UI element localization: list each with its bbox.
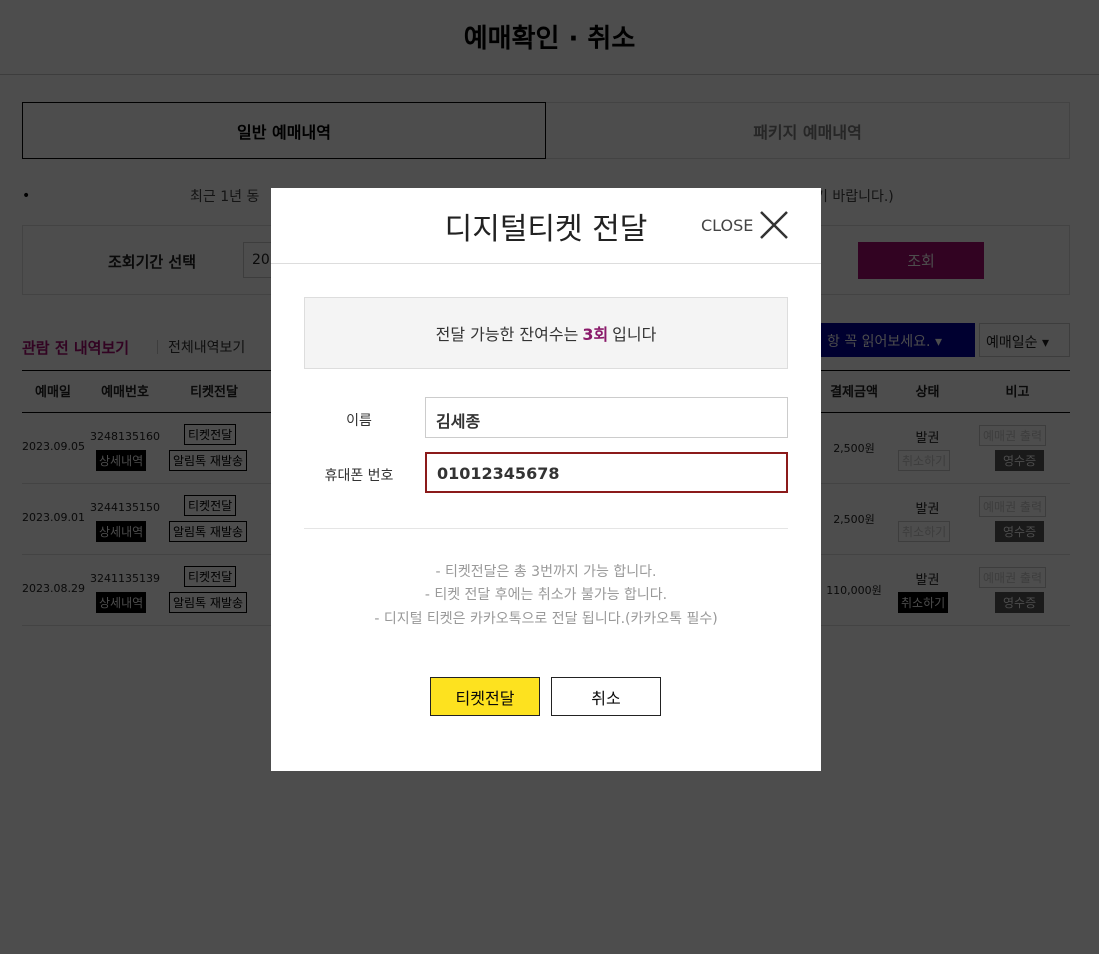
col-amount: 결제금액: [830, 385, 878, 400]
close-icon[interactable]: [759, 210, 789, 240]
sort-dropdown[interactable]: 예매일순 ▾: [979, 323, 1070, 357]
resend-alert-button[interactable]: 알림톡 재발송: [169, 450, 248, 471]
name-input[interactable]: 김세종: [425, 397, 788, 438]
row-status: 발권: [915, 502, 940, 517]
tab-package[interactable]: 패키지 예매내역: [546, 102, 1070, 159]
row-number: 3241135139: [90, 572, 160, 585]
cancel-reservation-button[interactable]: 취소하기: [898, 592, 949, 613]
row-date: 2023.09.01: [22, 511, 85, 524]
digital-ticket-modal: 디지털티켓 전달 CLOSE 전달 가능한 잔여수는 3회 입니다 이름 김세종 휴…: [271, 188, 821, 771]
detail-button[interactable]: 상세내역: [96, 450, 147, 471]
row-amount: 110,000원: [826, 584, 882, 597]
caret-down-icon: ▾: [1041, 335, 1050, 351]
receipt-button[interactable]: 영수증: [995, 450, 1045, 471]
bullet: •: [22, 188, 31, 204]
row-status: 발권: [915, 431, 940, 446]
sort-dropdown-label: 예매일순: [986, 335, 1038, 351]
row-amount: 2,500원: [833, 442, 875, 455]
period-label: 조회기간 선택: [108, 253, 197, 271]
close-button[interactable]: CLOSE: [701, 216, 753, 235]
ticket-transfer-button[interactable]: 티켓전달: [184, 566, 237, 587]
note-2: - 티켓 전달 후에는 취소가 불가능 합니다.: [424, 587, 668, 603]
phone-input[interactable]: 01012345678: [425, 452, 788, 493]
cancel-reservation-button[interactable]: 취소하기: [898, 450, 951, 471]
notice-text-end: 기 바랍니다.): [815, 189, 894, 205]
detail-button[interactable]: 상세내역: [96, 592, 147, 613]
col-number: 예매번호: [101, 385, 149, 400]
ticket-transfer-button[interactable]: 티켓전달: [184, 424, 237, 445]
detail-button[interactable]: 상세내역: [96, 521, 147, 542]
col-date: 예매일: [35, 385, 71, 400]
row-date: 2023.09.05: [22, 440, 85, 453]
remaining-count-box: 전달 가능한 잔여수는 3회 입니다: [304, 297, 788, 369]
notice-dropdown-label: 항 꼭 읽어보세요.: [827, 334, 931, 350]
resend-alert-button[interactable]: 알림톡 재발송: [169, 592, 248, 613]
row-number: 3244135150: [90, 501, 160, 514]
receipt-button[interactable]: 영수증: [995, 592, 1045, 613]
col-note: 비고: [1005, 385, 1030, 400]
resend-alert-button[interactable]: 알림톡 재발송: [169, 521, 248, 542]
caret-down-icon: ▾: [934, 334, 942, 350]
col-status: 상태: [915, 385, 940, 400]
all-view-link[interactable]: 전체내역보기: [168, 337, 245, 357]
info-suffix: 입니다: [612, 325, 657, 344]
row-date: 2023.08.29: [22, 582, 85, 595]
notice-dropdown[interactable]: 항 꼭 읽어보세요. ▾: [821, 323, 975, 357]
start-date-input[interactable]: 202: [243, 242, 271, 278]
cancel-button[interactable]: 취소: [551, 677, 661, 716]
query-button[interactable]: 조회: [858, 242, 984, 279]
divider: [0, 74, 1099, 75]
note-3: - 디지털 티켓은 카카오톡으로 전달 됩니다.(카카오톡 필수): [374, 611, 718, 627]
col-transfer: 티켓전달: [190, 385, 238, 400]
row-number: 3248135160: [90, 430, 160, 443]
phone-label: 휴대폰 번호: [324, 468, 394, 484]
page-title: 예매확인 · 취소: [463, 24, 636, 54]
row-amount: 2,500원: [833, 513, 875, 526]
name-label: 이름: [346, 413, 372, 429]
row-status: 발권: [915, 573, 940, 588]
receipt-button[interactable]: 영수증: [995, 521, 1045, 542]
divider: [304, 528, 788, 529]
cancel-reservation-button[interactable]: 취소하기: [898, 521, 951, 542]
ticket-transfer-button[interactable]: 티켓전달: [184, 495, 237, 516]
info-prefix: 전달 가능한 잔여수는: [435, 325, 579, 344]
send-ticket-button[interactable]: 티켓전달: [430, 677, 540, 716]
divider: [157, 340, 158, 354]
print-ticket-button[interactable]: 예매권 출력: [979, 496, 1047, 517]
tab-general[interactable]: 일반 예매내역: [22, 102, 546, 159]
divider: [271, 263, 821, 264]
print-ticket-button[interactable]: 예매권 출력: [979, 425, 1047, 446]
note-1: - 티켓전달은 총 3번까지 가능 합니다.: [435, 564, 657, 580]
notice-text: 최근 1년 동: [190, 189, 260, 205]
before-view-link[interactable]: 관람 전 내역보기: [22, 337, 129, 358]
remaining-count: 3회: [582, 325, 609, 344]
print-ticket-button[interactable]: 예매권 출력: [979, 567, 1047, 588]
